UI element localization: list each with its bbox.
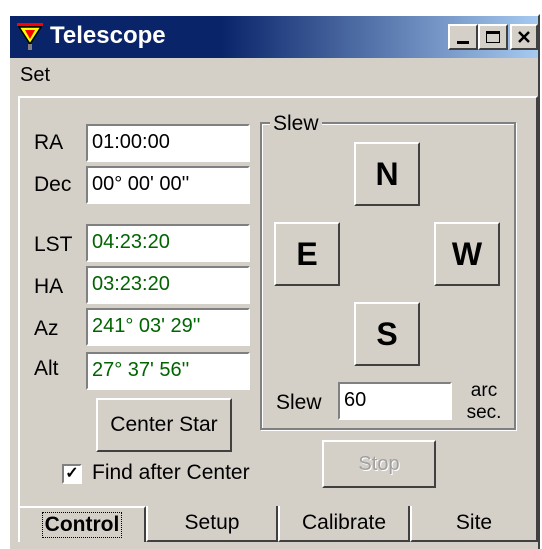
az-readout: 241° 03' 29'' xyxy=(86,308,250,346)
slew-west-button[interactable]: W xyxy=(434,222,500,286)
checkmark-icon: ✓ xyxy=(65,465,79,482)
maximize-button[interactable] xyxy=(478,24,508,50)
stop-button[interactable]: Stop xyxy=(322,440,436,488)
alt-label: Alt xyxy=(34,357,59,380)
tab-setup[interactable]: Setup xyxy=(146,506,278,542)
minimize-button[interactable] xyxy=(448,24,478,50)
maximize-icon xyxy=(486,31,500,43)
slew-unit: arc sec. xyxy=(462,380,506,424)
dec-field[interactable]: 00° 00' 00'' xyxy=(86,166,250,204)
slew-rate-field[interactable]: 60 xyxy=(338,382,452,420)
ra-field[interactable]: 01:00:00 xyxy=(86,124,250,162)
menu-bar xyxy=(10,58,538,92)
center-star-button[interactable]: Center Star xyxy=(96,398,232,452)
slew-north-button[interactable]: N xyxy=(354,142,420,206)
lst-readout: 04:23:20 xyxy=(86,224,250,262)
lst-label: LST xyxy=(34,233,73,256)
menu-item-set[interactable]: Set xyxy=(20,62,50,88)
minimize-icon xyxy=(457,40,469,44)
dec-label: Dec xyxy=(34,173,72,196)
close-button[interactable] xyxy=(510,24,538,50)
ha-readout: 03:23:20 xyxy=(86,266,250,304)
slew-rate-label: Slew xyxy=(276,391,322,414)
tab-control-label: Control xyxy=(41,512,123,538)
tab-site[interactable]: Site xyxy=(410,506,538,542)
close-icon xyxy=(518,31,530,43)
alt-readout: 27° 37' 56'' xyxy=(86,352,250,390)
ra-label: RA xyxy=(34,131,64,154)
slew-group-title: Slew xyxy=(270,111,322,137)
slew-south-button[interactable]: S xyxy=(354,302,420,366)
telescope-app-icon xyxy=(16,22,44,52)
slew-east-button[interactable]: E xyxy=(274,222,340,286)
tab-calibrate[interactable]: Calibrate xyxy=(278,506,410,542)
find-after-center-label[interactable]: Find after Center xyxy=(92,460,250,486)
window-title: Telescope xyxy=(50,22,166,49)
az-label: Az xyxy=(34,317,59,340)
ha-label: HA xyxy=(34,275,64,298)
tab-control[interactable]: Control xyxy=(18,506,146,542)
slew-unit-line2: sec. xyxy=(466,402,502,423)
slew-unit-line1: arc xyxy=(470,380,498,401)
find-after-center-checkbox[interactable]: ✓ xyxy=(62,464,82,484)
